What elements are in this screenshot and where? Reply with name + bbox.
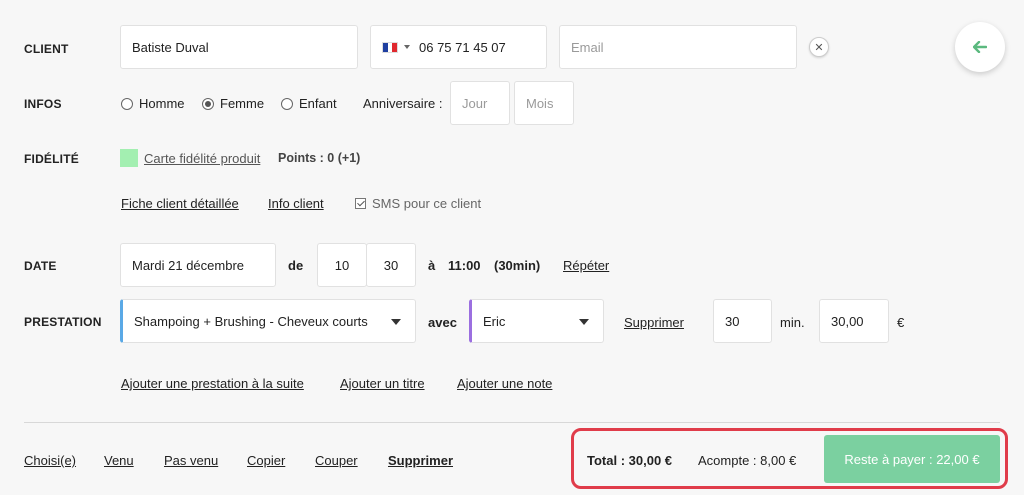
staff-select[interactable]: Eric (469, 299, 604, 343)
arrived-link[interactable]: Venu (104, 453, 134, 468)
chevron-down-icon[interactable] (404, 45, 410, 49)
avec-label: avec (428, 315, 457, 330)
add-service-after-link[interactable]: Ajouter une prestation à la suite (121, 376, 304, 391)
add-note-link[interactable]: Ajouter une note (457, 376, 552, 391)
sms-label: SMS pour ce client (372, 196, 482, 211)
radio-icon[interactable] (121, 98, 133, 110)
cut-link[interactable]: Couper (315, 453, 358, 468)
service-value: Shampoing + Brushing - Cheveux courts (134, 313, 368, 329)
copy-link[interactable]: Copier (247, 453, 285, 468)
chosen-link[interactable]: Choisi(e) (24, 453, 76, 468)
fidelite-label: FIDÉLITÉ (24, 152, 79, 166)
phone-value: 06 75 71 45 07 (419, 39, 506, 55)
radio-enfant[interactable]: Enfant (281, 96, 337, 111)
radio-checked-icon[interactable] (202, 98, 214, 110)
hour-input[interactable]: 10 (317, 243, 367, 287)
loyalty-points: Points : 0 (+1) (278, 151, 361, 165)
divider (24, 422, 1000, 423)
client-info-link[interactable]: Info client (268, 196, 324, 211)
detailed-client-link[interactable]: Fiche client détaillée (121, 196, 239, 211)
sms-checkbox[interactable]: SMS pour ce client (355, 196, 481, 211)
deposit-amount: Acompte : 8,00 € (698, 453, 797, 468)
close-icon[interactable]: ✕ (809, 37, 829, 57)
client-label: CLIENT (24, 42, 69, 56)
pay-remaining-button[interactable]: Reste à payer : 22,00 € (824, 435, 1000, 483)
duration-minutes-input[interactable]: 30 (713, 299, 772, 343)
infos-label: INFOS (24, 97, 62, 111)
loyalty-card-swatch (120, 149, 138, 167)
repeat-link[interactable]: Répéter (563, 258, 609, 273)
loyalty-card-link[interactable]: Carte fidélité produit (144, 151, 260, 166)
radio-femme[interactable]: Femme (202, 96, 264, 111)
currency-symbol: € (897, 315, 905, 330)
birthday-label: Anniversaire : (363, 96, 443, 111)
date-label: DATE (24, 259, 57, 273)
client-name-input[interactable]: Batiste Duval (120, 25, 358, 69)
checkbox-checked-icon[interactable] (355, 198, 366, 209)
total-amount: Total : 30,00 € (587, 453, 673, 468)
add-title-link[interactable]: Ajouter un titre (340, 376, 425, 391)
radio-label: Homme (139, 96, 185, 111)
radio-icon[interactable] (281, 98, 293, 110)
prestation-label: PRESTATION (24, 315, 102, 329)
france-flag-icon[interactable] (382, 41, 398, 53)
min-unit: min. (780, 315, 805, 330)
arrow-left-icon (973, 41, 987, 53)
birthday-month-input[interactable]: Mois (514, 81, 574, 125)
a-label: à (428, 258, 436, 273)
date-input[interactable]: Mardi 21 décembre (120, 243, 276, 287)
birthday-day-input[interactable]: Jour (450, 81, 510, 125)
end-time: 11:00 (448, 258, 481, 273)
radio-label: Enfant (299, 96, 337, 111)
de-label: de (288, 258, 304, 273)
chevron-down-icon[interactable] (579, 319, 589, 325)
back-button[interactable] (955, 22, 1005, 72)
price-input[interactable]: 30,00 (819, 299, 889, 343)
email-field[interactable]: Email (559, 25, 797, 69)
delete-appointment-link[interactable]: Supprimer (388, 453, 453, 468)
minute-input[interactable]: 30 (366, 243, 416, 287)
phone-input[interactable]: 06 75 71 45 07 (370, 25, 547, 69)
duration-text: (30min) (494, 258, 541, 273)
chevron-down-icon[interactable] (391, 319, 401, 325)
radio-homme[interactable]: Homme (121, 96, 185, 111)
staff-value: Eric (483, 313, 506, 329)
no-show-link[interactable]: Pas venu (164, 453, 218, 468)
delete-service-link[interactable]: Supprimer (624, 315, 684, 330)
radio-label: Femme (220, 96, 265, 111)
service-select[interactable]: Shampoing + Brushing - Cheveux courts (120, 299, 416, 343)
